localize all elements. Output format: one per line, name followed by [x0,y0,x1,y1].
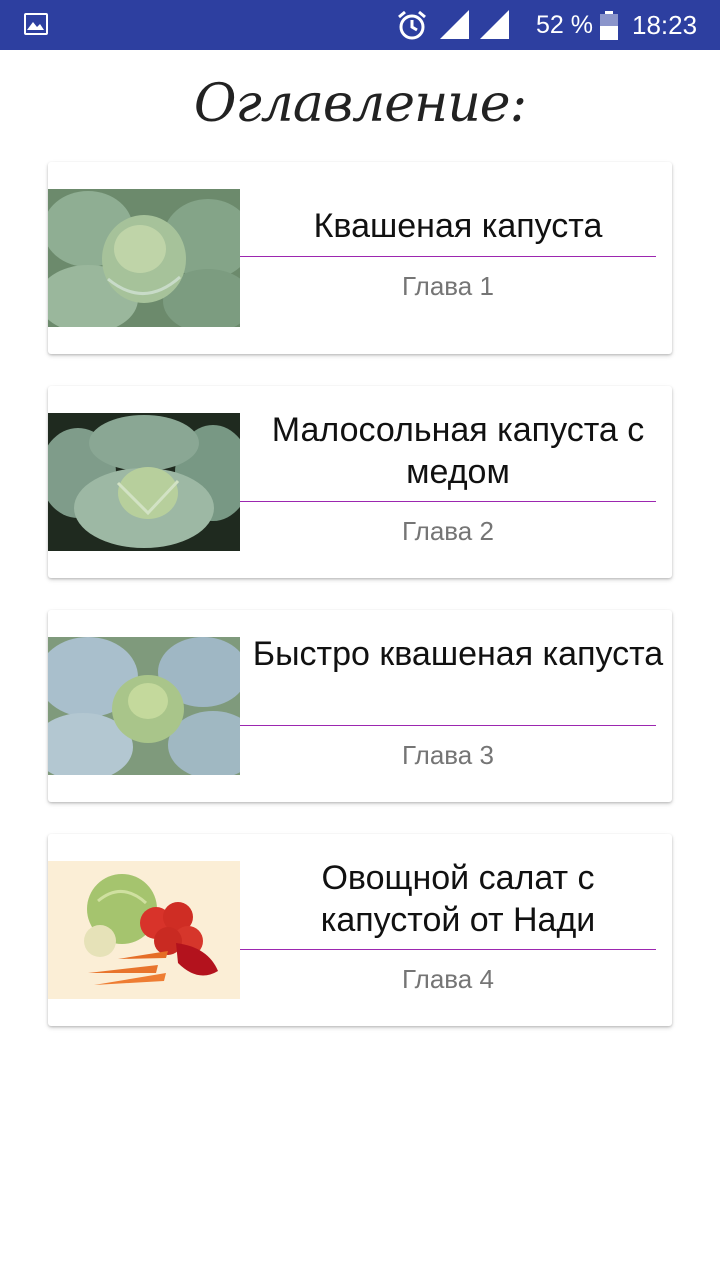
chapter-title: Малосольная капуста с медом [271,411,645,491]
chapter-title: Квашеная капуста [313,207,603,245]
chapter-card-1[interactable]: Квашеная капуста Глава 1 [48,162,672,354]
signal-icon [480,10,509,39]
clock: 18:23 [632,10,698,40]
cabbage-photo [48,189,240,327]
chapter-number: Глава 1 [402,271,494,301]
battery-percentage: 52 % [536,11,593,39]
chapter-title: Овощной салат с капустой от Нади [320,859,596,939]
signal-icon [440,10,469,39]
chapter-card-4[interactable]: Овощной салат с капустой от Нади Глава 4 [48,834,672,1026]
chapter-card-2[interactable]: Малосольная капуста с медом Глава 2 [48,386,672,578]
chapter-number: Глава 2 [402,516,494,546]
chapter-card-3[interactable]: Быстро квашеная капуста Глава 3 [48,610,672,802]
divider [240,501,656,502]
battery-icon [600,11,618,40]
gallery-icon [24,13,48,35]
divider [240,725,656,726]
chapter-number: Глава 4 [402,964,494,994]
chapter-title: Быстро квашеная капуста [252,635,664,673]
divider [240,256,656,257]
divider [240,949,656,950]
status-bar: 52 % 18:23 [0,0,720,50]
chapter-number: Глава 3 [402,740,494,770]
cabbage-photo [48,413,240,551]
vegetables-photo [48,861,240,999]
cabbage-photo [48,637,240,775]
alarm-icon [398,10,426,40]
page-title: Оглавление: [193,74,527,134]
